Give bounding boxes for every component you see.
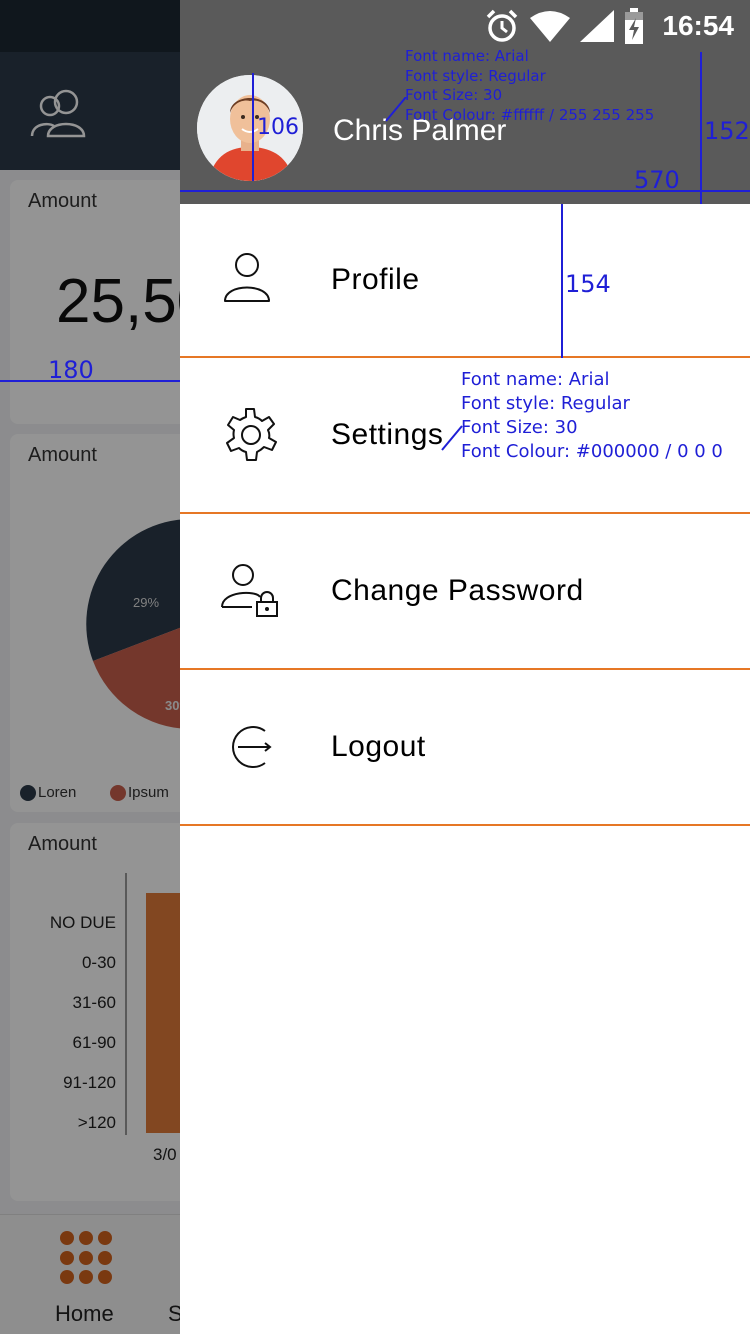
menu-item-change-password[interactable]: Change Password — [180, 514, 750, 670]
spec-line: Font Size: 30 — [461, 417, 578, 438]
spec-leader-line — [385, 97, 407, 122]
menu-label: Change Password — [331, 574, 584, 607]
item-height-line — [561, 204, 563, 358]
alarm-icon — [487, 9, 518, 42]
spec-line: Font Colour: #ffffff / 255 255 255 — [405, 105, 655, 124]
spec-leader-line — [441, 425, 463, 451]
avatar-dimension-line — [252, 73, 254, 181]
status-icons: 16:54 — [484, 0, 734, 52]
menu-font-spec: Font name: Arial Font style: Regular Fon… — [461, 368, 723, 464]
spec-line: Font style: Regular — [405, 66, 546, 85]
status-time: 16:54 — [662, 10, 734, 41]
menu-item-profile[interactable]: Profile — [180, 204, 750, 358]
spec-line: Font name: Arial — [461, 369, 610, 390]
battery-charging-icon — [625, 8, 644, 44]
spec-line: Font Size: 30 — [405, 86, 503, 104]
menu-label: Profile — [331, 263, 420, 296]
user-lock-icon — [221, 564, 278, 617]
header-height-label: 152 — [704, 117, 750, 145]
user-icon — [224, 253, 270, 302]
signal-icon — [580, 10, 615, 42]
wifi-icon — [530, 11, 571, 42]
menu-label: Logout — [331, 730, 426, 763]
menu-item-logout[interactable]: Logout — [180, 670, 750, 826]
header-height-line — [700, 52, 702, 204]
navigation-drawer: Chris Palmer Profile Settings Change Pas… — [180, 52, 750, 1334]
offset-label: 180 — [48, 356, 94, 384]
spec-line: Font style: Regular — [461, 393, 630, 414]
avatar-size-label: 106 — [257, 115, 299, 140]
spec-line: Font Colour: #000000 / 0 0 0 — [461, 441, 723, 462]
menu-label: Settings — [331, 418, 444, 451]
item-height-label: 154 — [565, 270, 611, 298]
header-font-spec: Font name: Arial Font style: Regular Fon… — [405, 47, 654, 125]
logout-icon — [232, 726, 272, 768]
spec-line: Font name: Arial — [405, 47, 529, 65]
status-bar: 16:54 — [180, 0, 750, 52]
drawer-width-label: 570 — [634, 166, 680, 194]
gear-icon — [226, 408, 277, 461]
